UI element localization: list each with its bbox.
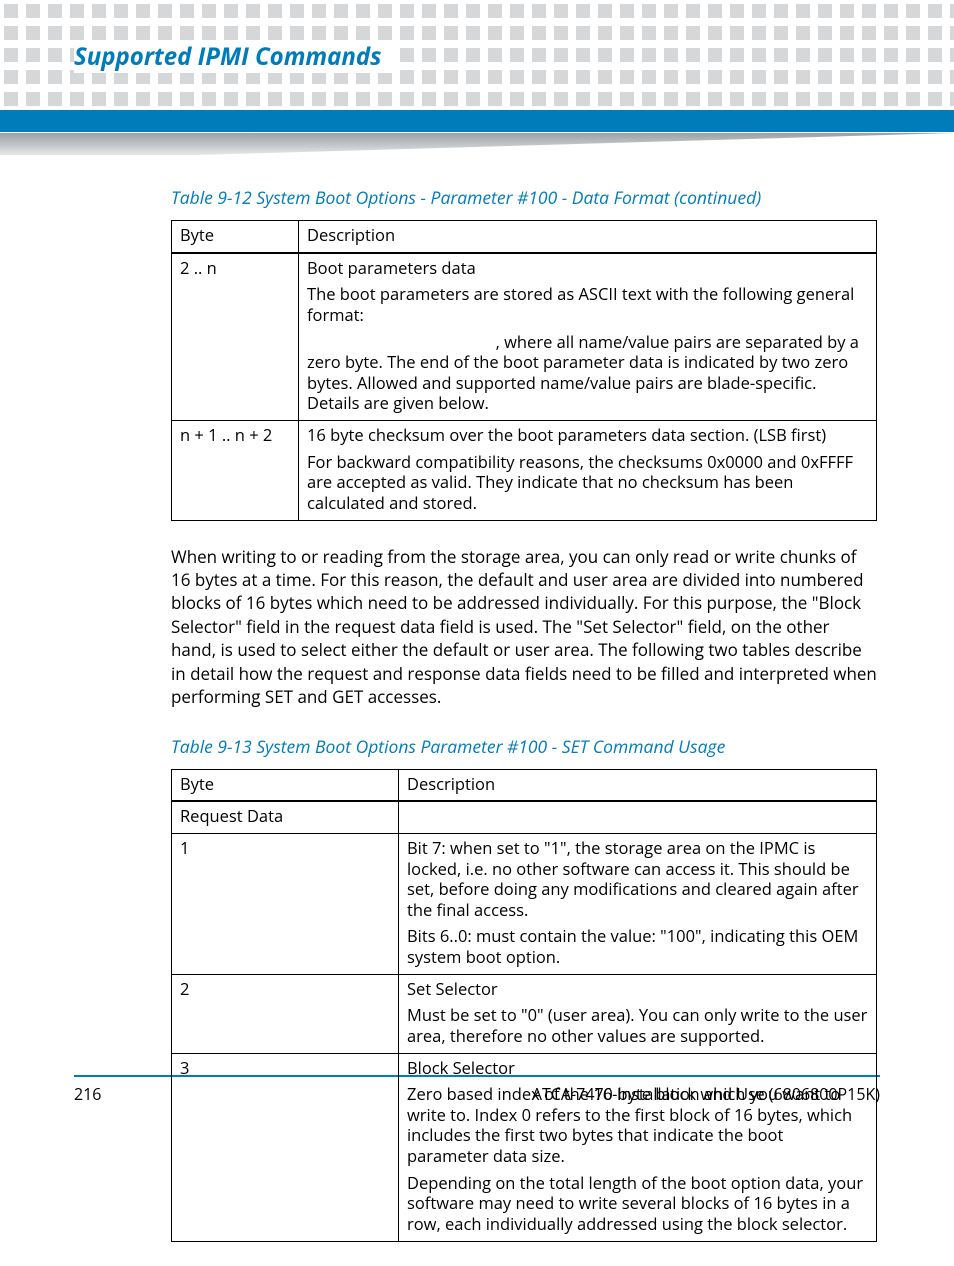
table-row: Request Data [172,801,877,833]
table-row: 1 Bit 7: when set to "1", the storage ar… [172,833,877,974]
cell-description: Set Selector Must be set to "0" (user ar… [399,974,877,1053]
cell-description: Boot parameters data The boot parameters… [299,253,877,421]
cell-byte: Request Data [172,801,399,833]
table-header-row: Byte Description [172,769,877,801]
cell-text: Bit 7: when set to "1", the storage area… [407,838,868,921]
col-description-header: Description [299,221,877,253]
table-9-12: Byte Description 2 .. n Boot parameters … [171,220,877,521]
cell-text: Bits 6..0: must contain the value: "100"… [407,926,868,967]
cell-text: 16 byte checksum over the boot parameter… [307,425,868,446]
table-9-13-caption: Table 9-13 System Boot Options Parameter… [171,735,877,759]
cell-text: Boot parameters data [307,258,868,279]
col-byte-header: Byte [172,769,399,801]
cell-text: Zero based index of the 16-byte block wh… [407,1084,868,1167]
page-header-title: Supported IPMI Commands [74,40,392,73]
body-paragraph: When writing to or reading from the stor… [171,545,877,709]
cell-description [399,801,877,833]
table-9-12-caption: Table 9-12 System Boot Options - Paramet… [171,186,877,210]
cell-text: For backward compatibility reasons, the … [307,452,868,514]
table-row: 2 Set Selector Must be set to "0" (user … [172,974,877,1053]
table-9-13: Byte Description Request Data 1 Bit 7: w… [171,769,877,1242]
table-header-row: Byte Description [172,221,877,253]
table-row: 2 .. n Boot parameters data The boot par… [172,253,877,421]
col-byte-header: Byte [172,221,299,253]
cell-description: Bit 7: when set to "1", the storage area… [399,833,877,974]
cell-text: , where all name/value pairs are separat… [307,332,868,415]
cell-text: Set Selector [407,979,868,1000]
cell-text: Must be set to "0" (user area). You can … [407,1005,868,1046]
cell-byte: 1 [172,833,399,974]
cell-description: 16 byte checksum over the boot parameter… [299,421,877,521]
cell-byte: n + 1 .. n + 2 [172,421,299,521]
header-grey-wedge [0,133,954,155]
page-number: 216 [74,1083,101,1105]
table-row: 3 Block Selector Zero based index of the… [172,1053,877,1241]
cell-text: Block Selector [407,1058,868,1079]
cell-byte: 2 .. n [172,253,299,421]
cell-byte: 2 [172,974,399,1053]
cell-text: Depending on the total length of the boo… [407,1173,868,1235]
header-blue-bar [0,110,954,132]
cell-description: Block Selector Zero based index of the 1… [399,1053,877,1241]
cell-byte: 3 [172,1053,399,1241]
col-description-header: Description [399,769,877,801]
table-row: n + 1 .. n + 2 16 byte checksum over the… [172,421,877,521]
cell-text: The boot parameters are stored as ASCII … [307,284,868,325]
